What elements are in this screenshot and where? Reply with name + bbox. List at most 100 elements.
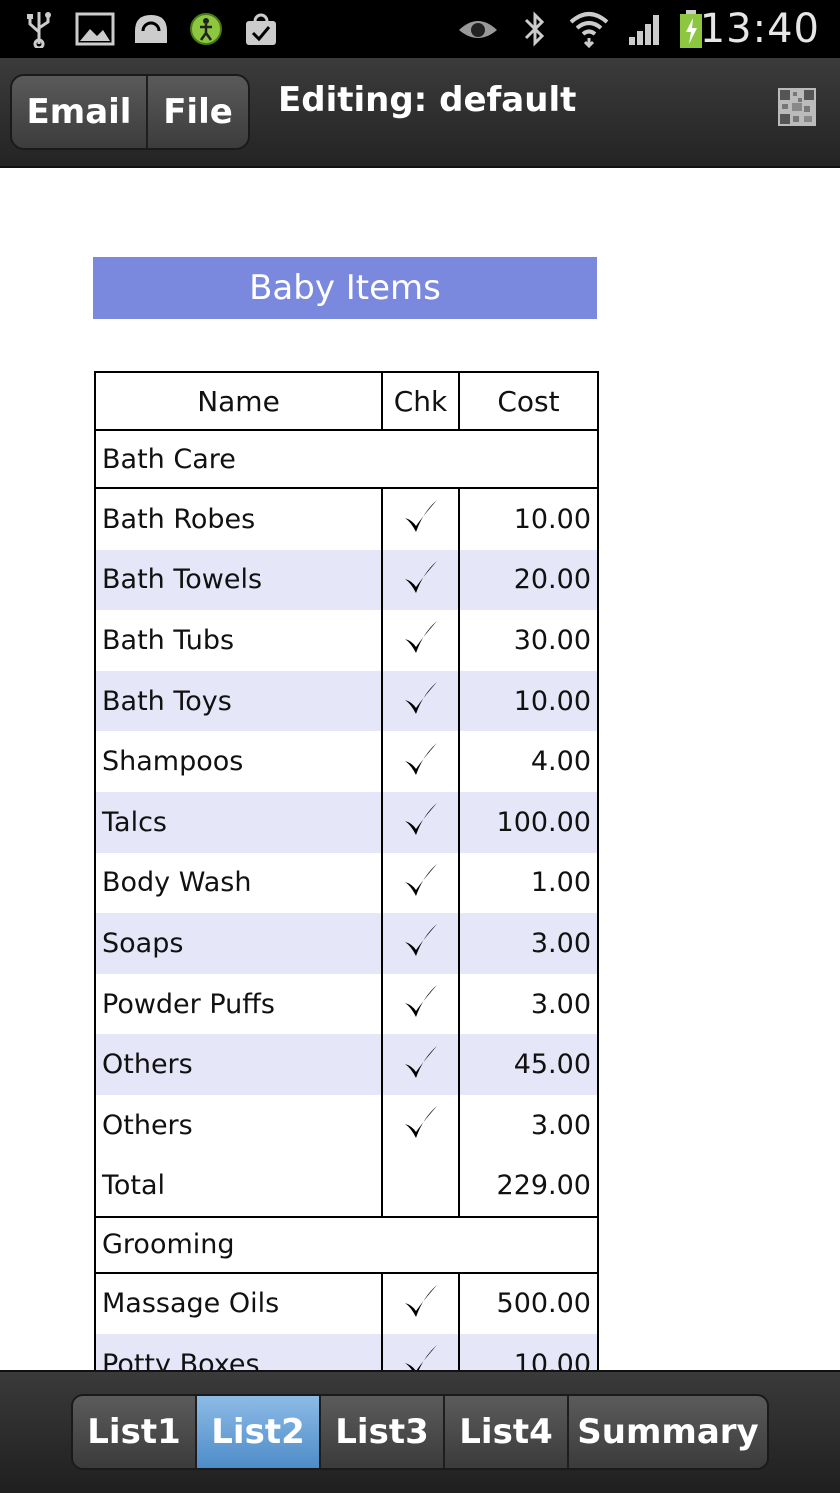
sync-icon [130, 10, 172, 48]
table-row[interactable]: Potty Boxes 10.00 [96, 1334, 597, 1370]
checkmark-icon [403, 1104, 439, 1146]
checkmark-icon [403, 1044, 439, 1086]
item-check-cell[interactable] [383, 1334, 460, 1370]
checkmark-icon [403, 862, 439, 904]
table-body: Bath Care Bath Robes 10.00 Bath Towels 20.00… [96, 431, 597, 1370]
table-row[interactable]: Others 3.00 [96, 1094, 597, 1156]
item-check-cell[interactable] [383, 791, 460, 853]
tab-bar: List1 List2 List3 List4 Summary [0, 1370, 840, 1493]
table-header: Name Chk Cost [96, 373, 597, 431]
list-title: Baby Items [93, 257, 597, 319]
tab-list1[interactable]: List1 [73, 1396, 195, 1468]
wifi-icon [566, 10, 612, 48]
item-cost: 10.00 [513, 1348, 591, 1370]
item-check-cell[interactable] [383, 489, 460, 550]
item-name: Shampoos [102, 746, 244, 778]
item-check-cell[interactable] [383, 1273, 460, 1335]
table-row[interactable]: Others 45.00 [96, 1034, 597, 1095]
table-row[interactable]: Bath Tubs 30.00 [96, 610, 597, 671]
item-name: Bath Towels [102, 564, 263, 596]
header-cost: Cost [497, 384, 560, 418]
section-header[interactable]: Bath Care [96, 431, 597, 489]
item-name: Others [102, 1049, 193, 1081]
checkmark-icon [403, 741, 439, 783]
tab-group: List1 List2 List3 List4 Summary [71, 1394, 769, 1470]
fitness-app-icon [188, 10, 224, 48]
item-name: Body Wash [102, 867, 252, 899]
item-name: Powder Puffs [102, 988, 275, 1020]
item-cost: 500.00 [496, 1288, 591, 1320]
usb-icon [22, 10, 56, 48]
item-cost: 10.00 [513, 685, 591, 717]
editing-title: Editing: default [278, 80, 577, 120]
checkmark-icon [403, 559, 439, 601]
table-row[interactable]: Bath Robes 10.00 [96, 489, 597, 550]
item-cost: 4.00 [530, 746, 591, 778]
item-check-cell[interactable] [383, 731, 460, 792]
checkmark-icon [403, 1283, 439, 1325]
checkmark-icon [403, 922, 439, 964]
item-name: Talcs [102, 806, 167, 838]
total-value: 229.00 [496, 1170, 591, 1202]
signal-icon [626, 10, 666, 48]
section-name: Bath Care [102, 443, 236, 475]
table-row[interactable]: Shampoos 4.00 [96, 731, 597, 792]
section-name: Grooming [102, 1229, 235, 1261]
item-cost: 3.00 [530, 988, 591, 1020]
checkmark-icon [403, 680, 439, 722]
item-cost: 3.00 [530, 927, 591, 959]
status-clock: 13:40 [699, 6, 820, 52]
shopping-bag-icon [242, 10, 280, 48]
tab-list2[interactable]: List2 [195, 1396, 319, 1468]
item-check-cell[interactable] [383, 973, 460, 1035]
table-row[interactable]: Body Wash 1.00 [96, 852, 597, 914]
action-bar: Email File Editing: default [0, 58, 840, 168]
section-header[interactable]: Grooming [96, 1215, 597, 1274]
item-name: Massage Oils [102, 1288, 280, 1320]
item-check-cell[interactable] [383, 549, 460, 611]
action-button-group: Email File [10, 74, 250, 150]
item-check-cell[interactable] [383, 610, 460, 671]
item-check-cell[interactable] [383, 670, 460, 732]
total-row: Total 229.00 [96, 1155, 597, 1216]
eye-icon [456, 10, 500, 48]
item-cost: 10.00 [513, 503, 591, 535]
bluetooth-icon [520, 10, 550, 48]
item-cost: 100.00 [496, 806, 591, 838]
item-cost: 20.00 [513, 564, 591, 596]
checkmark-icon [403, 619, 439, 661]
item-cost: 45.00 [513, 1049, 591, 1081]
picture-icon [74, 10, 116, 48]
item-name: Bath Robes [102, 503, 256, 535]
item-name: Bath Tubs [102, 624, 235, 656]
item-cost: 1.00 [530, 867, 591, 899]
status-bar: 13:40 [0, 0, 840, 58]
list-content[interactable]: Baby Items Name Chk Cost Bath Care Bath R… [0, 168, 840, 1370]
table-row[interactable]: Bath Towels 20.00 [96, 549, 597, 611]
item-check-cell[interactable] [383, 1094, 460, 1156]
header-chk: Chk [393, 384, 448, 418]
table-row[interactable]: Massage Oils 500.00 [96, 1273, 597, 1335]
email-button[interactable]: Email [12, 76, 146, 148]
table-row[interactable]: Soaps 3.00 [96, 913, 597, 974]
item-check-cell[interactable] [383, 1034, 460, 1095]
item-name: Potty Boxes [102, 1348, 260, 1370]
table-row[interactable]: Talcs 100.00 [96, 791, 597, 853]
table-row[interactable]: Powder Puffs 3.00 [96, 973, 597, 1035]
checkmark-icon [403, 498, 439, 540]
item-name: Others [102, 1109, 193, 1141]
qr-code-icon[interactable] [778, 88, 816, 126]
total-label: Total [102, 1170, 166, 1202]
item-cost: 3.00 [530, 1109, 591, 1141]
table-row[interactable]: Bath Toys 10.00 [96, 670, 597, 732]
item-check-cell[interactable] [383, 852, 460, 914]
tab-list4[interactable]: List4 [443, 1396, 567, 1468]
item-cost: 30.00 [513, 624, 591, 656]
checkmark-icon [403, 983, 439, 1025]
items-table: Name Chk Cost Bath Care Bath Robes 10.00 Ba… [94, 371, 599, 1370]
tab-summary[interactable]: Summary [567, 1396, 767, 1468]
tab-list3[interactable]: List3 [319, 1396, 443, 1468]
item-check-cell[interactable] [383, 913, 460, 974]
file-button[interactable]: File [146, 76, 248, 148]
item-name: Soaps [102, 927, 184, 959]
